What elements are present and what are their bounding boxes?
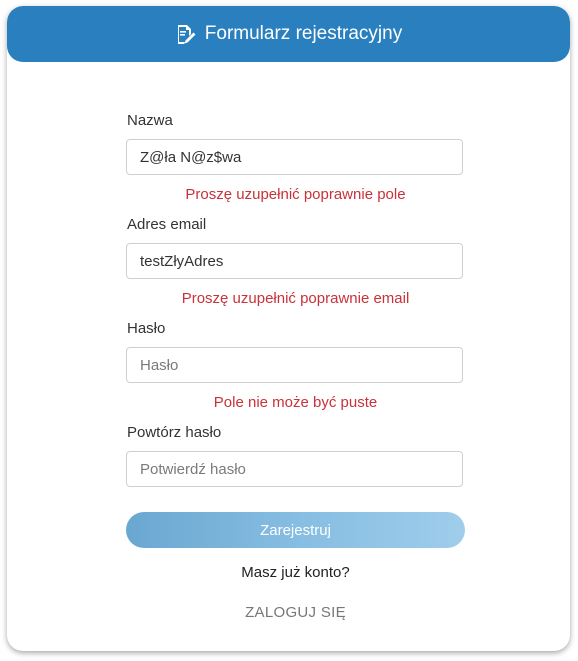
name-label: Nazwa <box>127 112 173 129</box>
confirm-password-label: Powtórz hasło <box>127 424 222 441</box>
name-input[interactable] <box>126 139 463 175</box>
login-link[interactable]: ZALOGUJ SIĘ <box>126 604 465 621</box>
email-error: Proszę uzupełnić poprawnie email <box>181 290 410 307</box>
email-label: Adres email <box>127 216 207 233</box>
email-input[interactable] <box>126 243 463 279</box>
password-label: Hasło <box>127 320 166 337</box>
password-error: Pole nie może być puste <box>213 394 378 411</box>
name-error: Proszę uzupełnić poprawnie pole <box>185 186 406 203</box>
edit-document-icon <box>175 23 197 45</box>
form-title: Formularz rejestracyjny <box>204 23 403 44</box>
confirm-password-input[interactable] <box>126 451 463 487</box>
register-button[interactable]: Zarejestruj <box>126 512 465 548</box>
has-account-text: Masz już konto? <box>241 564 350 581</box>
form-header: Formularz rejestracyjny <box>7 6 570 62</box>
registration-card: Formularz rejestracyjny Nazwa Proszę uzu… <box>7 6 570 651</box>
password-input[interactable] <box>126 347 463 383</box>
